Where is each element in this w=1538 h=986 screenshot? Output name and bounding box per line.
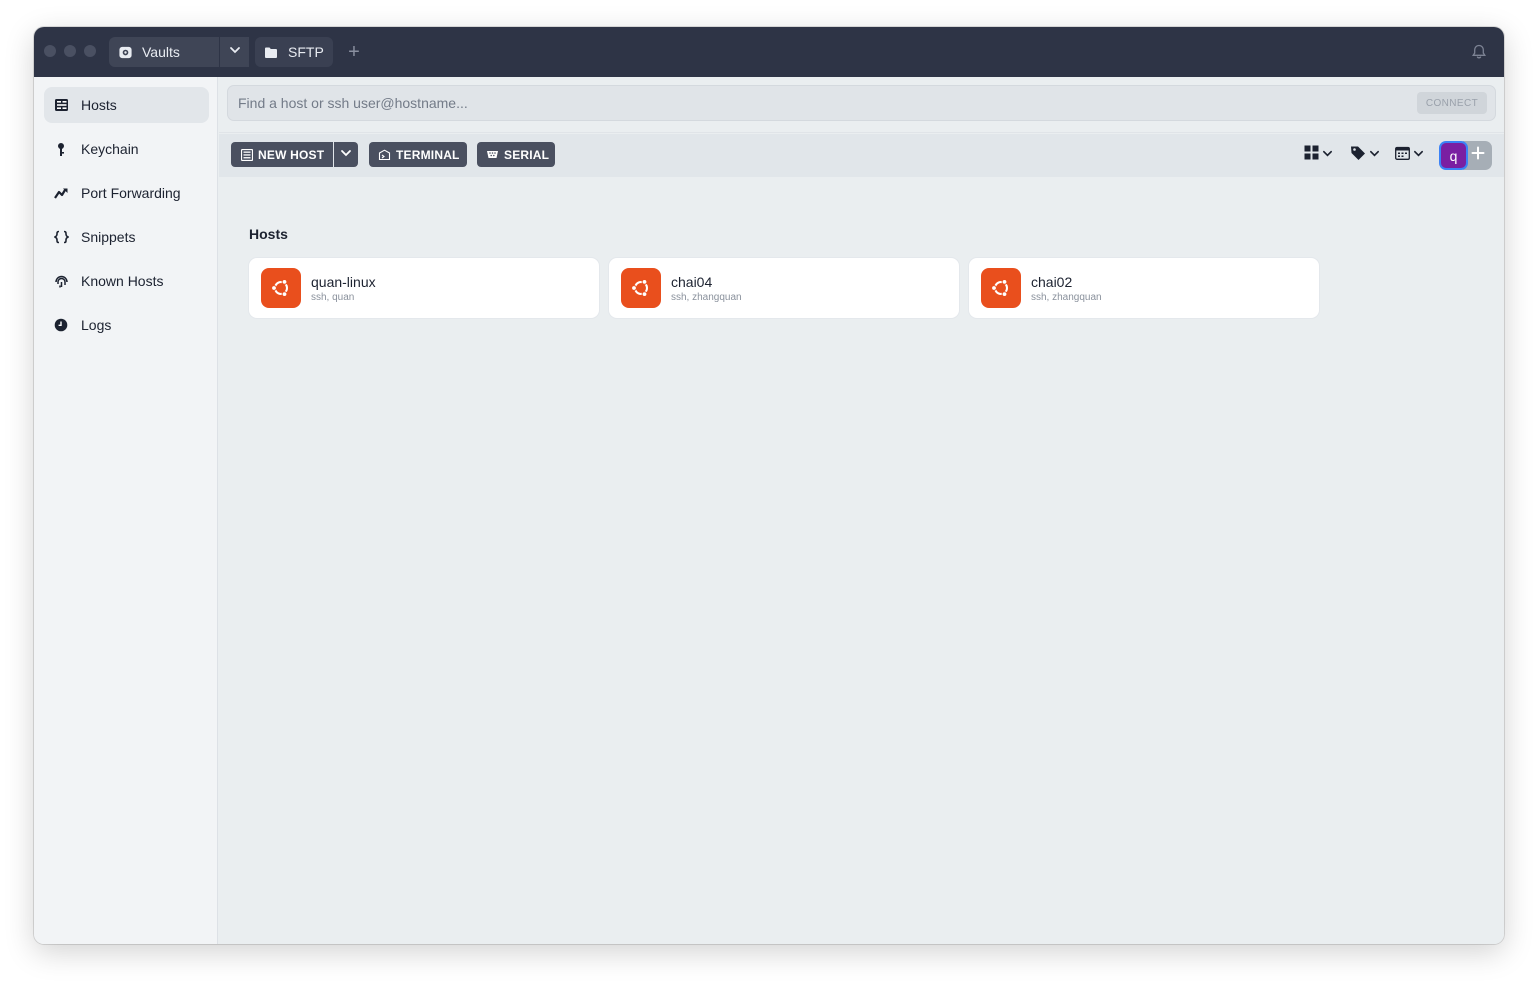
avatar[interactable]: q xyxy=(1439,141,1468,170)
fingerprint-icon xyxy=(53,273,69,289)
chevron-down-icon xyxy=(1369,146,1380,164)
terminal-label: TERMINAL xyxy=(396,147,460,162)
terminal-button[interactable]: TERMINAL xyxy=(369,142,467,167)
zoom-window-button[interactable] xyxy=(84,45,96,57)
sidebar-item-keychain[interactable]: Keychain xyxy=(44,131,209,167)
vaults-label: Vaults xyxy=(142,44,180,60)
host-card[interactable]: quan-linux ssh, quan xyxy=(249,258,599,318)
host-toolbar: NEW HOST TERMINAL SERIAL q xyxy=(219,134,1504,177)
new-host-label: NEW HOST xyxy=(258,147,325,162)
layout-view-button[interactable] xyxy=(1304,145,1333,165)
connect-button[interactable]: CONNECT xyxy=(1417,92,1487,114)
sort-button[interactable] xyxy=(1395,146,1424,164)
new-tab-button[interactable]: + xyxy=(344,41,364,63)
sidebar-item-port-forwarding[interactable]: Port Forwarding xyxy=(44,175,209,211)
chevron-down-icon xyxy=(229,43,241,61)
sidebar-item-snippets[interactable]: Snippets xyxy=(44,219,209,255)
sidebar-item-logs[interactable]: Logs xyxy=(44,307,209,343)
braces-icon xyxy=(53,229,69,245)
sidebar-item-label: Hosts xyxy=(81,97,117,113)
vault-icon xyxy=(117,44,133,60)
plus-icon xyxy=(1471,146,1485,165)
tag-filter-button[interactable] xyxy=(1350,146,1380,164)
new-host-button[interactable]: NEW HOST xyxy=(231,142,333,167)
key-icon xyxy=(53,141,69,157)
ubuntu-icon xyxy=(261,268,301,308)
host-card[interactable]: chai04 ssh, zhangquan xyxy=(609,258,959,318)
section-title: Hosts xyxy=(249,226,288,242)
bell-icon[interactable] xyxy=(1470,43,1488,61)
serial-button[interactable]: SERIAL xyxy=(477,142,555,167)
vaults-dropdown-button[interactable] xyxy=(219,37,249,67)
main-panel: CONNECT NEW HOST TERMINAL xyxy=(219,77,1504,944)
title-bar: Vaults SFTP + xyxy=(34,27,1504,77)
sidebar-item-label: Snippets xyxy=(81,229,136,245)
chevron-down-icon xyxy=(1413,146,1424,164)
grid-view-icon xyxy=(1304,145,1319,165)
host-details: ssh, quan xyxy=(311,292,355,303)
close-window-button[interactable] xyxy=(44,45,56,57)
calendar-icon xyxy=(1395,146,1410,165)
sidebar-item-label: Logs xyxy=(81,317,112,333)
server-icon xyxy=(240,148,253,161)
chevron-down-icon xyxy=(340,146,352,164)
host-details: ssh, zhangquan xyxy=(1031,292,1102,303)
host-search-input[interactable] xyxy=(238,86,1398,120)
chevron-down-icon xyxy=(1322,146,1333,164)
host-details: ssh, zhangquan xyxy=(671,292,742,303)
sidebar-item-hosts[interactable]: Hosts xyxy=(44,87,209,123)
sidebar-item-label: Port Forwarding xyxy=(81,185,181,201)
host-name: chai02 xyxy=(1031,274,1073,290)
terminal-icon xyxy=(378,148,391,161)
clock-icon xyxy=(53,317,69,333)
sftp-tab[interactable]: SFTP xyxy=(255,37,333,67)
search-bar: CONNECT xyxy=(219,77,1504,133)
sidebar-item-label: Known Hosts xyxy=(81,273,164,289)
sidebar: Hosts Keychain Port Forwarding Snippets … xyxy=(34,77,218,944)
minimize-window-button[interactable] xyxy=(64,45,76,57)
host-card[interactable]: chai02 ssh, zhangquan xyxy=(969,258,1319,318)
new-host-dropdown-button[interactable] xyxy=(334,142,358,167)
serial-port-icon xyxy=(486,148,499,161)
folder-icon xyxy=(263,44,279,60)
sftp-label: SFTP xyxy=(288,44,324,60)
hosts-icon xyxy=(53,97,69,113)
ubuntu-icon xyxy=(621,268,661,308)
serial-label: SERIAL xyxy=(504,147,550,162)
app-window: Vaults SFTP + Hosts Keychain Port Forwar… xyxy=(34,27,1504,944)
sidebar-item-known-hosts[interactable]: Known Hosts xyxy=(44,263,209,299)
host-name: quan-linux xyxy=(311,274,376,290)
port-forward-icon xyxy=(53,185,69,201)
tag-icon xyxy=(1350,145,1366,166)
search-box: CONNECT xyxy=(227,85,1496,121)
host-name: chai04 xyxy=(671,274,713,290)
ubuntu-icon xyxy=(981,268,1021,308)
sidebar-item-label: Keychain xyxy=(81,141,139,157)
